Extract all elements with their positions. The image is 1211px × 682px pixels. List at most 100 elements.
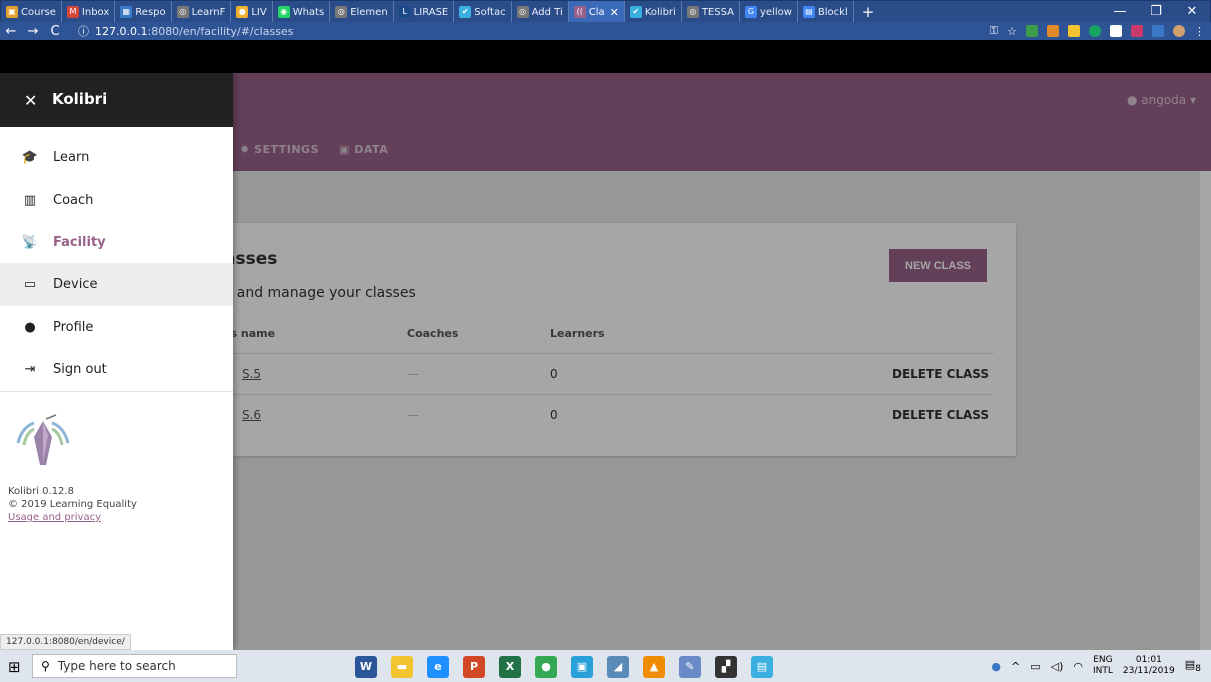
address-bar[interactable]: ⓘ 127.0.0.1 :8080/en/facility/#/classes [78,23,838,39]
help-icon[interactable]: ● [991,660,1001,673]
browser-tab[interactable]: ✔ Softac [454,1,512,23]
nav-item-facility[interactable]: 📡 Facility [0,221,233,264]
nav-item-label: Coach [53,193,94,208]
search-icon: ⚲ [41,659,50,673]
volume-icon[interactable]: ◁) [1051,660,1064,673]
tab-favicon-icon: L [398,6,411,18]
taskbar-app-icon[interactable]: X [499,656,521,678]
browser-tab[interactable]: ◎ Add Ti [512,1,569,23]
taskbar-app-icon[interactable]: ▲ [643,656,665,678]
extension-icon[interactable] [1026,25,1038,37]
browser-tab[interactable]: ◉ Whats [273,1,331,23]
back-icon[interactable]: ← [0,24,22,39]
close-icon[interactable]: ✕ [24,91,37,110]
tab-list: ▣ Course M Inbox ▦ Respo ◎ LearnF ● LIV ◉ Whats ◎ Ele… [1,1,882,23]
key-icon[interactable]: ⚿ [990,24,998,38]
browser-toolbar: ← → C ⓘ 127.0.0.1 :8080/en/facility/#/cl… [0,22,1211,40]
drawer-header: ✕ Kolibri [0,73,233,127]
browser-tab[interactable]: ◎ Elemen [330,1,394,23]
version-text: Kolibri 0.12.8 [8,486,74,497]
taskbar-app-icon[interactable]: P [463,656,485,678]
language-indicator[interactable]: ENG INTL [1093,655,1113,677]
close-window-icon[interactable]: ✕ [1174,1,1210,23]
windows-start-icon[interactable]: ⊞ [8,658,21,676]
tab-favicon-icon: ● [236,6,249,18]
url-host: 127.0.0.1 [95,24,148,38]
extension-icon[interactable] [1068,25,1080,37]
site-info-icon[interactable]: ⓘ [78,23,89,39]
browser-tab[interactable]: ✔ Kolibri [625,1,682,23]
browser-tab[interactable]: ◎ LearnF [172,1,232,23]
notifications-icon[interactable]: ▤8 [1185,658,1201,674]
scrollbar[interactable] [1200,171,1211,650]
browser-tab[interactable]: ● LIV [231,1,273,23]
reload-icon[interactable]: C [44,24,66,39]
tab-label: LearnF [191,6,226,18]
bookmark-star-icon[interactable]: ☆ [1007,25,1017,38]
browser-tab[interactable]: ((Cla ✕ [568,1,625,23]
url-path: :8080/en/facility/#/classes [147,24,294,38]
nav-item-label: Sign out [53,362,107,377]
clock[interactable]: 01:01 23/11/2019 [1123,655,1175,677]
maximize-icon[interactable]: ❐ [1138,1,1174,23]
browser-tab[interactable]: ▣ Course [1,1,62,23]
taskbar-app-icon[interactable]: ▣ [571,656,593,678]
nav-item-sign-out[interactable]: ⇥ Sign out [0,348,233,391]
taskbar-app-icon[interactable]: ▬ [391,656,413,678]
usage-privacy-link[interactable]: Usage and privacy [8,511,137,524]
extension-icon[interactable] [1089,25,1101,37]
tab-favicon-icon: ◎ [686,6,699,18]
browser-tab[interactable]: ▤ Blockl [798,1,854,23]
taskbar-app-icon[interactable]: e [427,656,449,678]
tab-favicon-icon: ◎ [335,6,348,18]
nav-item-label: Profile [53,320,94,335]
extension-icon[interactable] [1131,25,1143,37]
chrome-menu-icon[interactable]: ⋮ [1194,25,1205,38]
nav-item-learn[interactable]: 🎓 Learn [0,136,233,179]
taskbar-app-icon[interactable]: ● [535,656,557,678]
tab-favicon-icon: (( [573,6,586,18]
nav-item-profile[interactable]: ● Profile [0,306,233,349]
system-tray: ● ^ ▭ ◁) ◠ ENG INTL 01:01 23/11/2019 ▤8 [991,650,1201,682]
browser-tab[interactable]: L LIRASE [394,1,455,23]
window-controls: — ❐ ✕ [1102,1,1210,23]
browser-tab[interactable]: M Inbox [62,1,116,23]
bar-chart-icon: ▥ [23,193,37,208]
nav-item-coach[interactable]: ▥ Coach [0,179,233,222]
chevron-up-icon[interactable]: ^ [1011,660,1020,673]
taskbar-app-icon[interactable]: ✎ [679,656,701,678]
drawer-title: Kolibri [52,90,108,108]
minimize-icon[interactable]: — [1102,1,1138,23]
taskbar-app-icon[interactable]: ▞ [715,656,737,678]
battery-icon[interactable]: ▭ [1030,660,1040,673]
tab-label: Blockl [817,6,848,18]
tab-favicon-icon: ◉ [277,6,290,18]
taskbar-app-icon[interactable]: ▤ [751,656,773,678]
about-info: Kolibri 0.12.8 © 2019 Learning Equality … [8,485,137,524]
extension-icon[interactable] [1110,25,1122,37]
tab-label: Softac [474,6,506,18]
nav-item-device[interactable]: ▭ Device [0,263,233,306]
tablet-icon: ▭ [23,277,37,292]
extension-icon[interactable] [1152,25,1164,37]
tab-favicon-icon: ✔ [629,6,642,18]
profile-avatar-icon[interactable] [1173,25,1185,37]
new-tab-button[interactable]: + [854,1,883,23]
taskbar-search[interactable]: ⚲ Type here to search [32,654,237,678]
forward-icon[interactable]: → [22,24,44,39]
browser-tab[interactable]: ◎ TESSA [682,1,740,23]
tab-label: Add Ti [531,6,563,18]
tab-favicon-icon: ◎ [516,6,529,18]
taskbar-app-icon[interactable]: ◢ [607,656,629,678]
browser-tab[interactable]: Gyellow [740,1,798,23]
taskbar-app-icon[interactable]: W [355,656,377,678]
extension-icon[interactable] [1047,25,1059,37]
tab-favicon-icon: ▤ [802,6,815,18]
wifi-icon[interactable]: ◠ [1073,660,1083,673]
tab-favicon-icon: M [66,6,79,18]
tab-favicon-icon: G [744,6,757,18]
browser-tab[interactable]: ▦ Respo [115,1,172,23]
tab-label: Cla [588,6,605,18]
close-tab-icon[interactable]: ✕ [610,6,619,19]
tab-favicon-icon: ✔ [459,6,472,18]
